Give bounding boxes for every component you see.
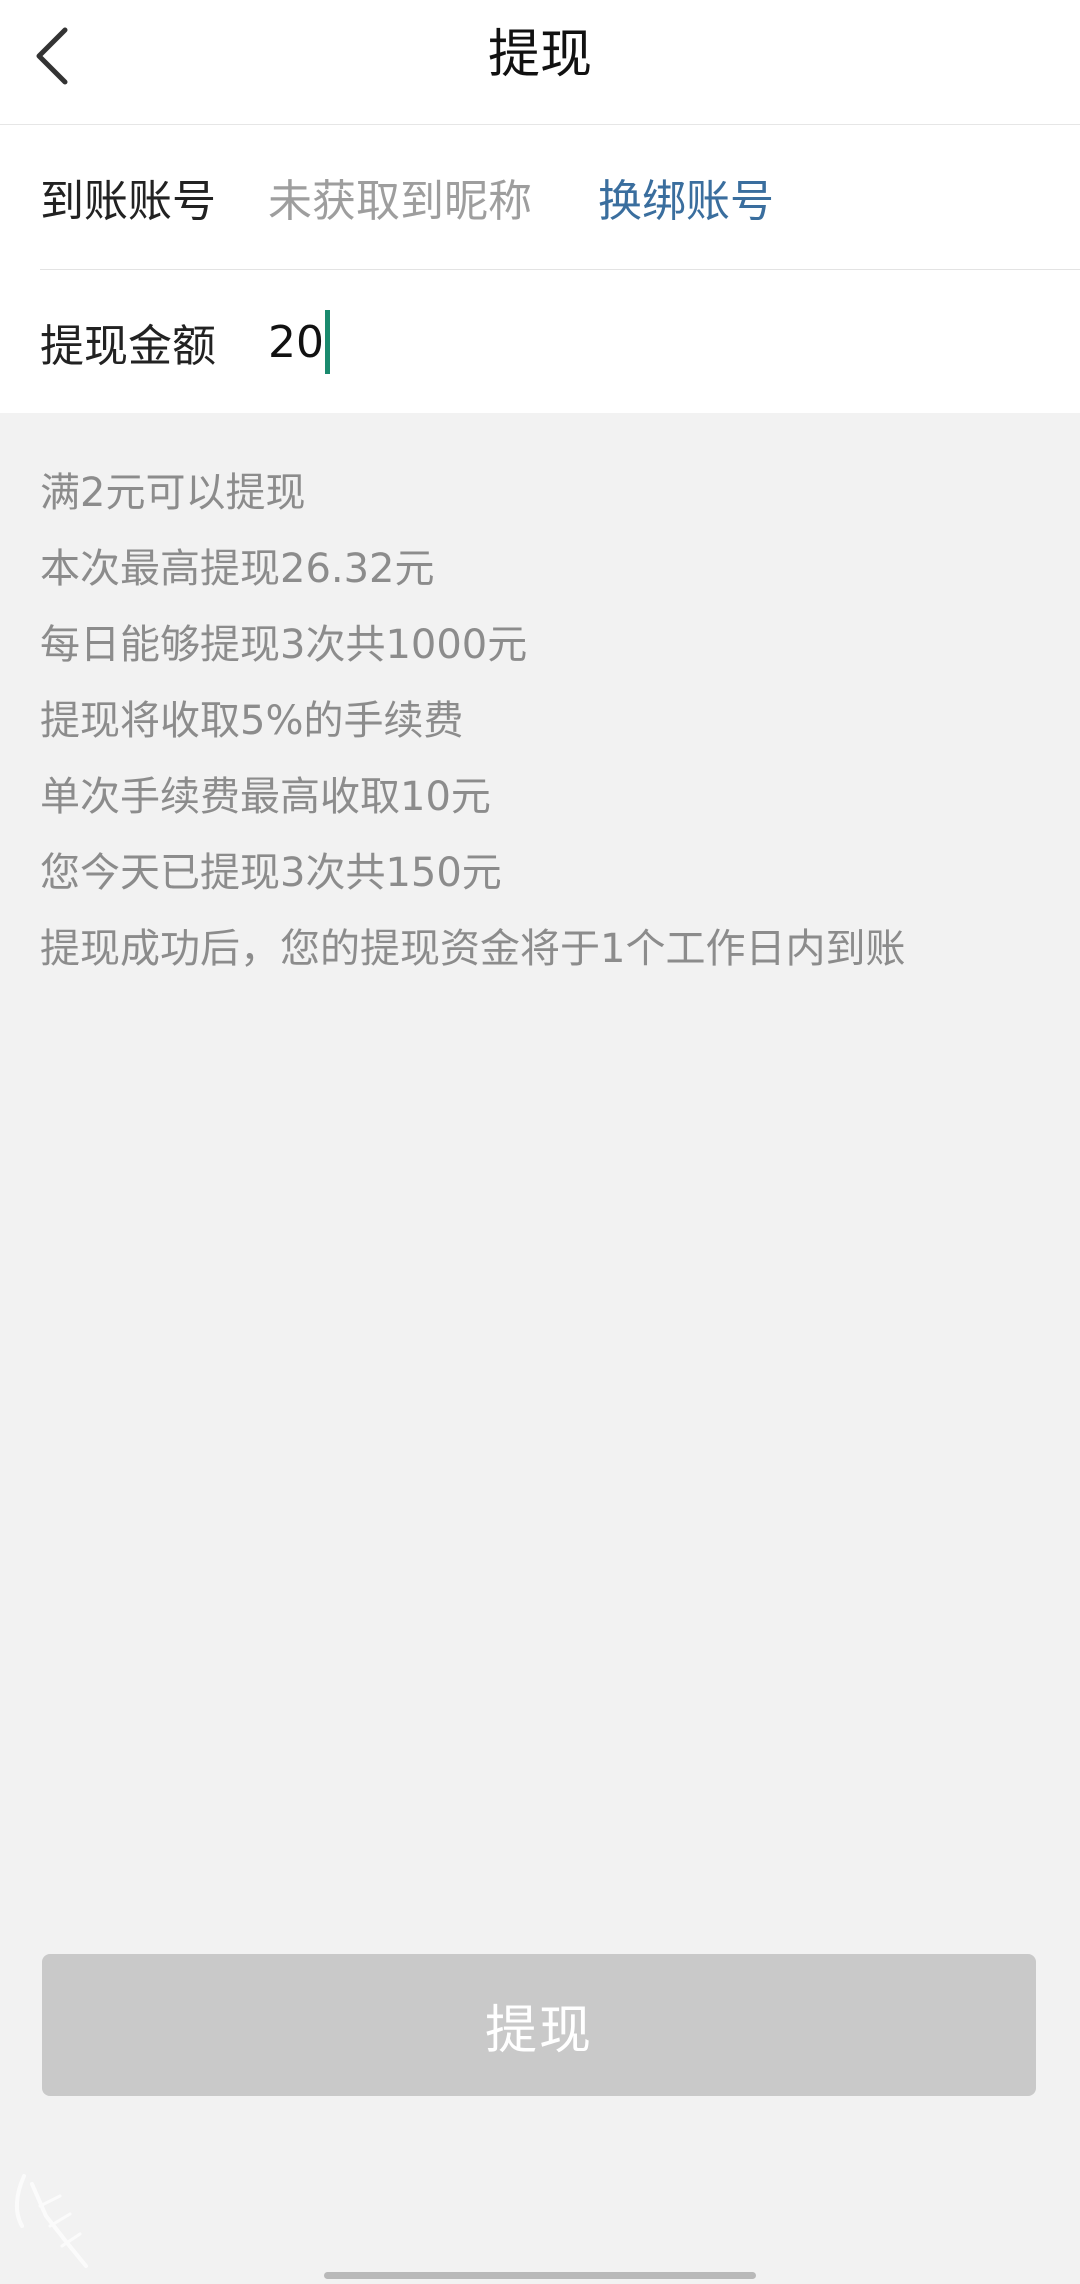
withdraw-rules: 满2元可以提现 本次最高提现26.32元 每日能够提现3次共1000元 提现将收… bbox=[40, 455, 1060, 987]
amount-field-wrap bbox=[268, 270, 330, 414]
rule-line: 每日能够提现3次共1000元 bbox=[40, 622, 528, 668]
text-caret bbox=[325, 310, 330, 374]
navigation-bar: 提现 bbox=[0, 0, 1080, 125]
home-indicator bbox=[324, 2272, 756, 2279]
withdraw-form: 到账账号 未获取到昵称 换绑账号 提现金额 bbox=[0, 125, 1080, 413]
rule-line: 本次最高提现26.32元 bbox=[40, 546, 435, 592]
rebind-account-link[interactable]: 换绑账号 bbox=[598, 165, 774, 229]
rule-line: 提现将收取5%的手续费 bbox=[40, 698, 464, 744]
watermark-logo bbox=[15, 2174, 88, 2268]
amount-input[interactable] bbox=[268, 316, 324, 368]
account-row: 到账账号 未获取到昵称 换绑账号 bbox=[40, 125, 1080, 269]
withdraw-button[interactable]: 提现 bbox=[42, 1954, 1036, 2096]
rule-line: 满2元可以提现 bbox=[40, 470, 306, 516]
amount-row: 提现金额 bbox=[40, 270, 1080, 414]
page-title: 提现 bbox=[487, 25, 592, 85]
amount-label: 提现金额 bbox=[40, 321, 216, 372]
rule-line: 提现成功后，您的提现资金将于1个工作日内到账 bbox=[40, 926, 906, 972]
withdraw-button-label: 提现 bbox=[484, 2000, 593, 2061]
account-nickname: 未获取到昵称 bbox=[268, 176, 532, 227]
rule-line: 您今天已提现3次共150元 bbox=[40, 850, 502, 896]
account-label: 到账账号 bbox=[40, 176, 216, 227]
rule-line: 单次手续费最高收取10元 bbox=[40, 774, 491, 820]
